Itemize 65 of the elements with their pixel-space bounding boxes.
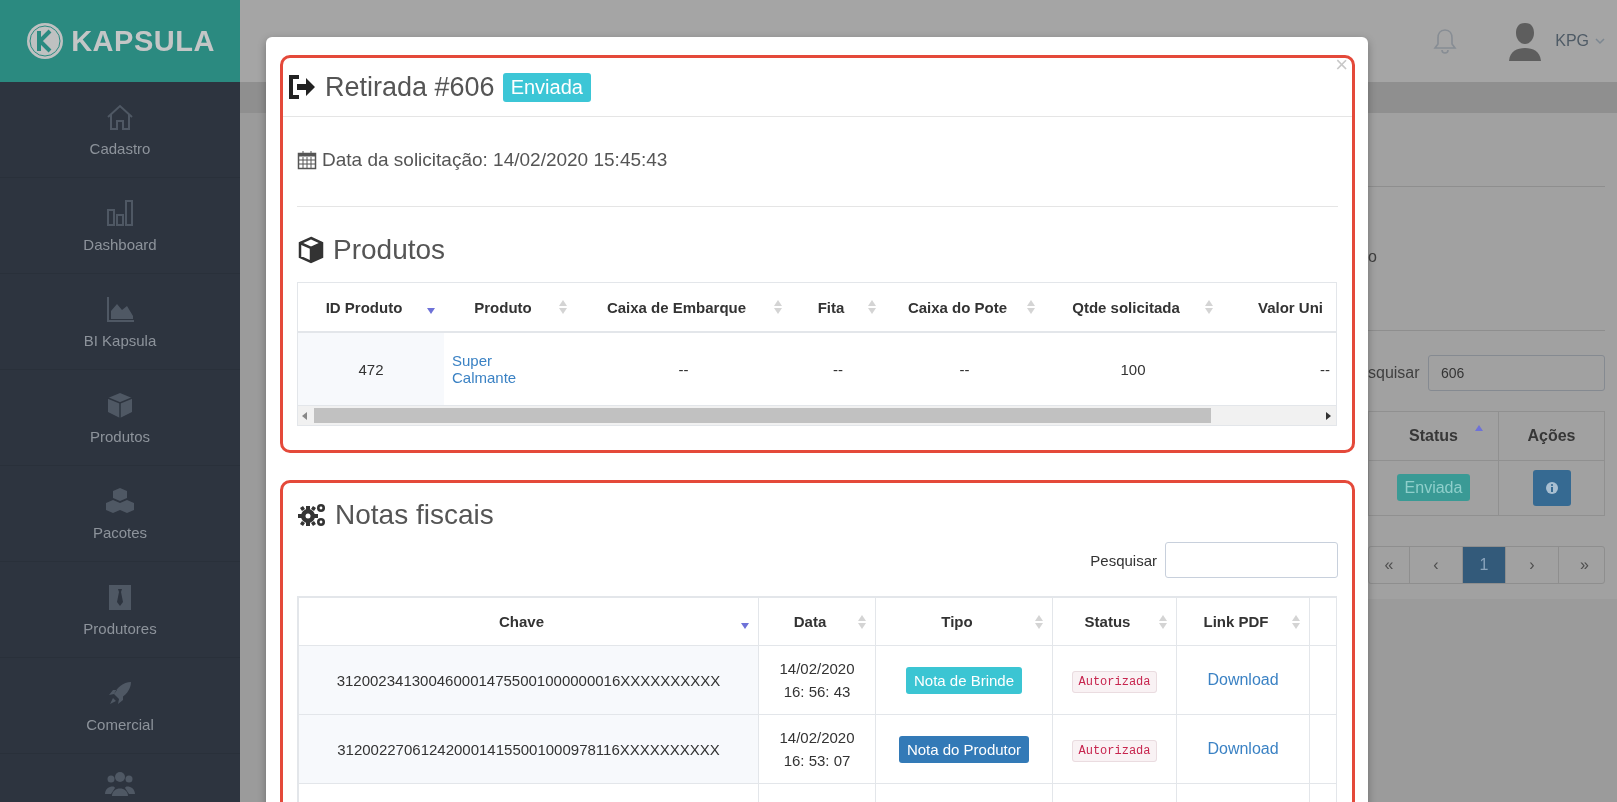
download-link[interactable]: Download [1207, 740, 1279, 757]
column-header[interactable]: Tipo [875, 597, 1053, 646]
column-header[interactable]: Ações [1498, 411, 1605, 461]
calendar-icon [297, 150, 317, 170]
column-header[interactable]: Status [1368, 411, 1499, 461]
gears-icon [297, 501, 327, 529]
column-header[interactable]: Chave [298, 597, 759, 646]
search-field[interactable]: 606 [1428, 355, 1605, 391]
column-header[interactable]: Qtde solicitada [1044, 283, 1222, 332]
page-button[interactable]: « [1369, 547, 1409, 583]
table-cell: 3120022706124200014155001000978116XXXXXXXXXX [337, 740, 720, 758]
page-button[interactable]: » [1558, 547, 1610, 583]
download-link[interactable]: Download [1207, 671, 1279, 688]
logo-icon [25, 21, 66, 61]
user-menu[interactable]: KPG [1555, 32, 1605, 50]
table-cell: 100 [1120, 360, 1146, 378]
cube-icon [105, 390, 135, 420]
status-badge: Enviada [502, 72, 591, 102]
page-button[interactable]: 1 [1462, 547, 1505, 583]
search-label: Pesquisar [1090, 551, 1157, 569]
avatar-icon [1507, 21, 1544, 61]
column-header[interactable]: Valor Uni [1222, 283, 1336, 332]
table-cell-text: 14/02/2020 16: 56: 43 [778, 659, 856, 702]
home-icon [105, 102, 135, 132]
column-header[interactable]: Produto [444, 283, 576, 332]
column-header[interactable]: Status [1052, 597, 1177, 646]
search-label: squisar [1368, 364, 1420, 382]
cube-icon [297, 236, 325, 264]
sign-out-icon [287, 74, 317, 100]
info-icon [1545, 482, 1558, 494]
column-header[interactable]: Caixa do Pote [885, 283, 1044, 332]
cubes-icon [105, 486, 135, 516]
bell-icon [1433, 28, 1458, 54]
table-cell: -- [678, 360, 689, 378]
search-field[interactable] [1165, 542, 1338, 578]
column-header[interactable]: Caixa de Embarque [576, 283, 791, 332]
section-heading: Produtos [333, 234, 446, 266]
area-chart-icon [105, 294, 135, 324]
column-header[interactable]: Fita [791, 283, 885, 332]
product-link[interactable]: Super Calmante [452, 352, 542, 386]
table-cell: -- [959, 360, 970, 378]
table-cell: -- [1320, 360, 1330, 378]
request-date: Data da solicitação: 14/02/2020 15:45:43 [322, 149, 668, 171]
logo-text: KAPSULA [71, 24, 215, 58]
status-label: Autorizada [1072, 740, 1157, 762]
left-arrow-icon [302, 411, 308, 420]
page-button[interactable]: › [1505, 547, 1558, 583]
caret-icon [1595, 37, 1605, 45]
section-heading: Notas fiscais [335, 499, 494, 531]
table-cell: 3120023413004600014755001000000016XXXXXXXXXX [336, 671, 721, 689]
status-label: Autorizada [1072, 671, 1157, 693]
table-cell: 472 [358, 360, 384, 378]
type-badge: Nota do Produtor [898, 735, 1030, 763]
bar-chart-icon [105, 198, 135, 228]
table-cell: -- [833, 360, 843, 378]
info-button[interactable] [1532, 470, 1571, 506]
horizontal-scrollbar[interactable] [298, 405, 1336, 425]
status-badge: Enviada [1396, 474, 1471, 501]
column-header[interactable]: Link PDF [1176, 597, 1310, 646]
right-arrow-icon [1326, 411, 1332, 420]
label-text: o [1368, 248, 1377, 265]
modal-title: Retirada #606 [325, 71, 495, 103]
column-header[interactable]: Data [758, 597, 876, 646]
type-badge: Nota de Brinde [905, 666, 1023, 694]
table-cell-text: 14/02/2020 16: 53: 07 [778, 728, 856, 771]
